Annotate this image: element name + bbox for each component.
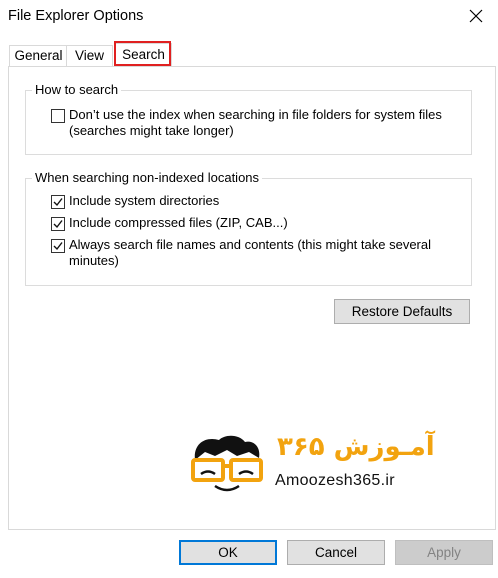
checkmark-icon (53, 220, 63, 229)
close-icon (469, 9, 483, 23)
window-title: File Explorer Options (8, 8, 144, 24)
checkmark-icon (53, 242, 63, 251)
include-system-directories-checkbox[interactable] (51, 195, 65, 209)
include-compressed-files-checkbox[interactable] (51, 217, 65, 231)
non-indexed-legend: When searching non-indexed locations (32, 170, 263, 186)
always-search-contents-option[interactable]: Always search file names and contents (t… (51, 237, 431, 269)
dont-use-index-checkbox[interactable] (51, 109, 65, 123)
how-to-search-legend: How to search (32, 82, 122, 98)
ok-button[interactable]: OK (179, 540, 277, 565)
tab-search[interactable]: Search (115, 43, 172, 66)
apply-button[interactable]: Apply (395, 540, 493, 565)
always-search-contents-label-line2: minutes) (69, 253, 119, 268)
how-to-search-group: How to search Don’t use the index when s… (25, 82, 472, 155)
include-compressed-files-label: Include compressed files (ZIP, CAB...) (69, 215, 288, 230)
tab-general[interactable]: General (9, 45, 68, 66)
watermark-text-fa: آمـوزش ۳۶۵ (277, 432, 435, 462)
dont-use-index-label-line1: Don’t use the index when searching in fi… (69, 107, 442, 122)
restore-defaults-button[interactable]: Restore Defaults (334, 299, 470, 324)
tab-view[interactable]: View (66, 45, 113, 66)
non-indexed-group: When searching non-indexed locations Inc… (25, 170, 472, 286)
include-system-directories-label: Include system directories (69, 193, 220, 208)
include-system-directories-option[interactable]: Include system directories (51, 193, 219, 209)
close-button[interactable] (454, 0, 498, 32)
dont-use-index-label-line2: (searches might take longer) (69, 123, 234, 138)
always-search-contents-label-line1: Always search file names and contents (t… (69, 237, 432, 252)
checkmark-icon (53, 198, 63, 207)
logo-face-icon (191, 435, 263, 492)
watermark-logo: آمـوزش ۳۶۵ Amoozesh365.ir (187, 432, 467, 498)
dont-use-index-option[interactable]: Don’t use the index when searching in fi… (51, 107, 442, 139)
title-bar: File Explorer Options (0, 0, 498, 32)
include-compressed-files-option[interactable]: Include compressed files (ZIP, CAB...) (51, 215, 288, 231)
watermark-text-en: Amoozesh365.ir (275, 472, 395, 489)
always-search-contents-checkbox[interactable] (51, 239, 65, 253)
cancel-button[interactable]: Cancel (287, 540, 385, 565)
